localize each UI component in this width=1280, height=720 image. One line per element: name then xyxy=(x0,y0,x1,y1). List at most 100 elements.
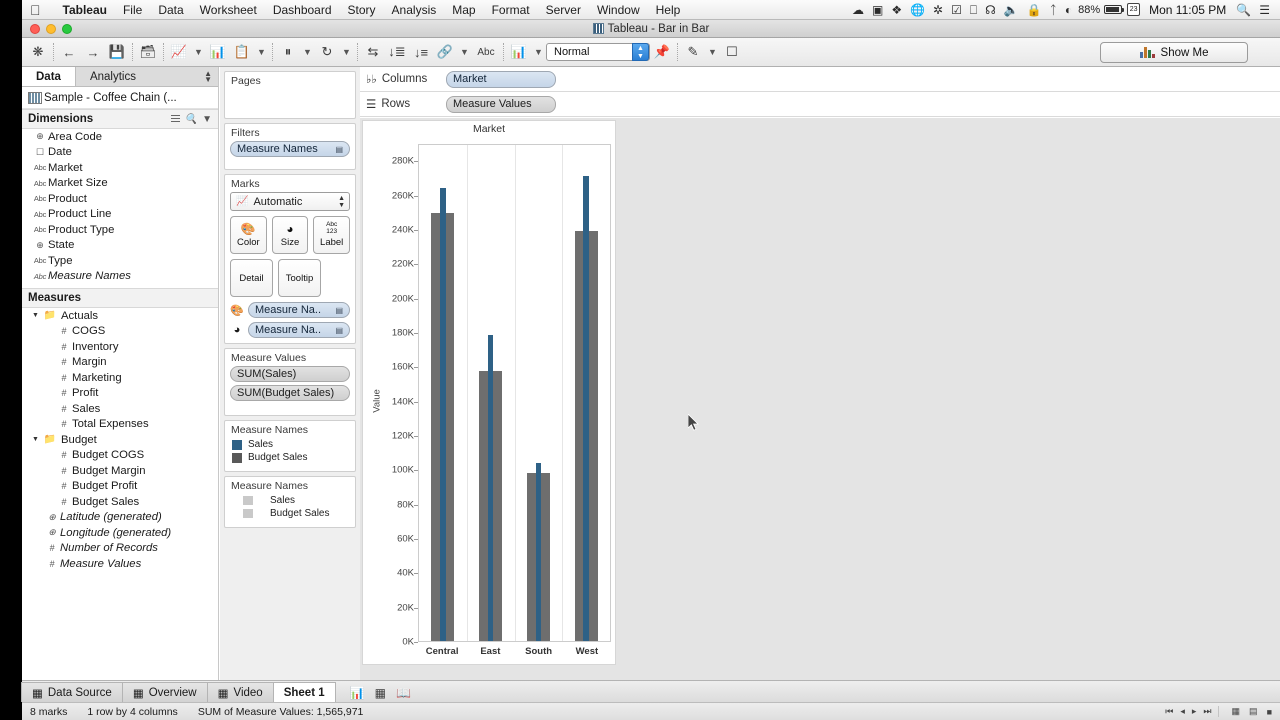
measure-field-sales[interactable]: # Sales xyxy=(22,401,218,417)
new-worksheet-icon[interactable]: 📊 xyxy=(350,686,365,700)
menu-item-tableau[interactable]: Tableau xyxy=(55,3,115,17)
x-axis-label-central[interactable]: Central xyxy=(418,646,466,657)
marks-tooltip-button[interactable]: Tooltip xyxy=(278,259,321,297)
sheet-view-icon[interactable]: ■ xyxy=(1267,707,1272,717)
measure-field-budget-margin[interactable]: # Budget Margin xyxy=(22,463,218,479)
dimension-field-product[interactable]: Abc Product xyxy=(22,191,218,207)
menu-item-server[interactable]: Server xyxy=(538,3,589,17)
marks-detail-button[interactable]: Detail xyxy=(230,259,273,297)
bar-group-east[interactable] xyxy=(466,145,515,641)
plot-area[interactable] xyxy=(418,144,611,642)
bar-sales-south[interactable] xyxy=(535,463,542,641)
menu-item-file[interactable]: File xyxy=(115,3,150,17)
forward-arrow-icon[interactable]: → xyxy=(81,41,105,63)
measure-field-total-expenses[interactable]: # Total Expenses xyxy=(22,417,218,433)
dimension-field-area-code[interactable]: ⊕ Area Code xyxy=(22,129,218,145)
battery-icon[interactable] xyxy=(1104,5,1125,14)
menu-item-window[interactable]: Window xyxy=(589,3,648,17)
menu-item-analysis[interactable]: Analysis xyxy=(384,3,445,17)
measure-field-measure-values[interactable]: # Measure Values xyxy=(22,556,218,572)
sort-descending-icon[interactable]: ↓≡ xyxy=(409,41,433,63)
expander-triangle-icon[interactable]: ▼ xyxy=(32,312,42,319)
mailbox-icon[interactable]: ☑ xyxy=(947,4,966,16)
fit-select[interactable]: Normal ▲ ▼ xyxy=(546,43,650,61)
search-icon[interactable]: 🔍 xyxy=(185,114,197,125)
highlight-dropdown-icon[interactable]: ▼ xyxy=(457,41,472,63)
clear-sheet-dropdown-icon[interactable]: ▼ xyxy=(254,41,269,63)
measure-value-pill-sum-budget-sales[interactable]: SUM(Budget Sales) xyxy=(230,385,350,401)
previous-page-icon[interactable]: ◂ xyxy=(1180,706,1185,717)
x-axis-label-south[interactable]: South xyxy=(515,646,563,657)
fit-stepper-icon[interactable]: ▲ ▼ xyxy=(632,43,649,61)
columns-drop-zone[interactable]: Market xyxy=(446,67,1280,92)
fit-dropdown-icon[interactable]: ▼ xyxy=(531,41,546,63)
dimension-field-market-size[interactable]: Abc Market Size xyxy=(22,176,218,192)
marks-size-button[interactable]: ◕ Size xyxy=(271,216,309,254)
dimension-field-type[interactable]: Abc Type xyxy=(22,253,218,269)
volume-icon[interactable]: 🔈 xyxy=(1000,4,1023,16)
pause-updates-dropdown-icon[interactable]: ▼ xyxy=(300,41,315,63)
menu-item-format[interactable]: Format xyxy=(484,3,538,17)
cloud-icon[interactable]: ☁ xyxy=(848,4,868,16)
visualization[interactable]: Market Value 0K 20K 40K 60K 80K 100K 120K 140K 1… xyxy=(362,120,616,665)
apple-menu-icon[interactable]:  xyxy=(30,3,41,17)
rows-pill-measure-values[interactable]: Measure Values xyxy=(446,95,556,113)
y-axis-ticks[interactable]: 0K 20K 40K 60K 80K 100K 120K 140K 160K 180K 200K 22… xyxy=(373,138,418,648)
new-dashboard-icon[interactable]: ▦ xyxy=(375,686,386,700)
bar-sales-central[interactable] xyxy=(440,187,446,641)
pill-menu-icon[interactable]: ▤ xyxy=(335,145,343,154)
highlighter-icon[interactable]: ✎ xyxy=(681,41,705,63)
expander-triangle-icon[interactable]: ▼ xyxy=(32,436,42,443)
bar-sales-west[interactable] xyxy=(583,175,589,641)
marks-label-button[interactable]: Abc 123 Label xyxy=(313,216,351,254)
tab-analytics[interactable]: Analytics xyxy=(76,67,150,86)
measure-field-cogs[interactable]: # COGS xyxy=(22,324,218,340)
twitter-icon[interactable]: ✲ xyxy=(929,4,947,16)
marks-color-button[interactable]: 🎨 Color xyxy=(230,216,267,254)
marks-pill-size-measure-names[interactable]: Measure Na.. ▤ xyxy=(248,322,350,338)
measure-field-actuals[interactable]: ▼ 📁 Actuals xyxy=(22,308,218,324)
new-worksheet-dropdown-icon[interactable]: ▼ xyxy=(191,41,206,63)
columns-shelf[interactable]: ♭♭ Columns Market xyxy=(360,67,1280,92)
measure-field-budget-profit[interactable]: # Budget Profit xyxy=(22,479,218,495)
marks-pill-color-measure-names[interactable]: Measure Na.. ▤ xyxy=(248,302,350,318)
x-axis-labels[interactable]: Central East South West xyxy=(418,644,611,660)
color-legend-item-sales[interactable]: Sales xyxy=(230,438,350,451)
tab-data-source[interactable]: ▦ Data Source xyxy=(21,682,123,702)
fix-axes-icon[interactable]: 📌 xyxy=(650,41,674,63)
clear-sheet-icon[interactable]: 📋 xyxy=(230,41,254,63)
tab-overview[interactable]: ▦ Overview xyxy=(121,682,208,702)
mark-type-select[interactable]: 📈 Automatic ▲ ▼ xyxy=(230,192,350,211)
airplay-icon[interactable]: ⎕ xyxy=(966,4,981,16)
color-legend-item-budget-sales[interactable]: Budget Sales xyxy=(230,451,350,464)
bar-group-central[interactable] xyxy=(419,145,467,641)
menu-item-dashboard[interactable]: Dashboard xyxy=(265,3,340,17)
tab-data[interactable]: Data xyxy=(22,67,76,86)
measure-field-number-of-records[interactable]: # Number of Records xyxy=(22,541,218,557)
measure-value-pill-sum-sales[interactable]: SUM(Sales) xyxy=(230,366,350,382)
filters-drop-zone[interactable]: Measure Names ▤ xyxy=(225,141,355,163)
show-me-button[interactable]: Show Me xyxy=(1100,42,1248,63)
measure-field-marketing[interactable]: # Marketing xyxy=(22,370,218,386)
dimension-field-product-type[interactable]: Abc Product Type xyxy=(22,222,218,238)
size-legend-item-sales[interactable]: Sales xyxy=(230,494,350,507)
evernote-icon[interactable]: ❖ xyxy=(887,4,906,16)
save-icon[interactable]: 💾 xyxy=(105,41,129,63)
measure-field-budget-cogs[interactable]: # Budget COGS xyxy=(22,448,218,464)
bluetooth-icon[interactable]: ᛏ xyxy=(1046,4,1061,16)
menu-item-map[interactable]: Map xyxy=(444,3,483,17)
bar-group-south[interactable] xyxy=(514,145,563,641)
search-icon[interactable]: 🔍 xyxy=(1232,4,1255,16)
rows-drop-zone[interactable]: Measure Values xyxy=(446,92,1280,117)
labels-icon[interactable]: Abc xyxy=(472,41,500,63)
refresh-dropdown-icon[interactable]: ▼ xyxy=(339,41,354,63)
group-by-folder-icon[interactable] xyxy=(170,114,180,124)
measure-field-budget[interactable]: ▼ 📁 Budget xyxy=(22,432,218,448)
bar-sales-east[interactable] xyxy=(487,334,494,641)
first-page-icon[interactable]: ⏮ xyxy=(1165,706,1173,717)
highlighter-dropdown-icon[interactable]: ▼ xyxy=(705,41,720,63)
fit-icon[interactable]: 📊 xyxy=(507,41,531,63)
datasource-item[interactable]: Sample - Coffee Chain (... xyxy=(22,87,218,109)
tableau-logo-icon[interactable]: ❋ xyxy=(26,41,50,63)
binoculars-icon[interactable]: ☊ xyxy=(981,4,1000,16)
